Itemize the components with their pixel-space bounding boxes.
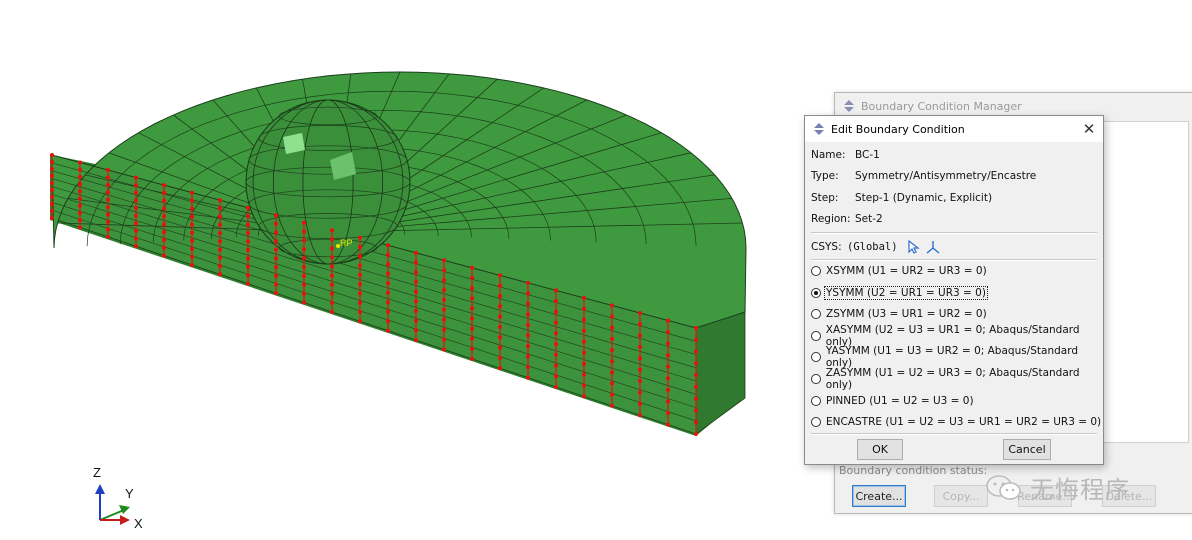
step-value: Step-1 (Dynamic, Explicit) bbox=[855, 192, 993, 204]
y-axis-label: Y bbox=[125, 486, 134, 501]
type-value: Symmetry/Antisymmetry/Encastre bbox=[855, 170, 1037, 182]
model-viewport[interactable]: RP Z Y X bbox=[0, 0, 800, 540]
type-label: Type: bbox=[811, 170, 839, 182]
radio-option-label: XSYMM (U1 = UR2 = UR3 = 0) bbox=[826, 265, 987, 277]
wechat-icon bbox=[986, 474, 1021, 500]
region-value: Set-2 bbox=[855, 213, 883, 225]
bc-manager-title: Boundary Condition Manager bbox=[861, 99, 1022, 113]
radio-option-label: ZASYMM (U1 = U2 = UR3 = 0; Abaqus/Standa… bbox=[825, 367, 1080, 391]
abaqus-icon bbox=[843, 100, 855, 112]
bc-manager-titlebar: Boundary Condition Manager bbox=[843, 97, 1022, 115]
watermark: 无悔程序 bbox=[984, 470, 1130, 505]
copy-button[interactable]: Copy... bbox=[934, 485, 988, 507]
bc-status-label: Boundary condition status: bbox=[839, 464, 988, 477]
radio-button[interactable] bbox=[811, 266, 821, 276]
name-value: BC-1 bbox=[855, 149, 880, 161]
mesh-model-canvas[interactable]: RP Z Y X bbox=[0, 0, 800, 540]
impactor-sphere bbox=[245, 99, 411, 265]
step-row: Step: Step-1 (Dynamic, Explicit) bbox=[811, 190, 992, 206]
name-row: Name: BC-1 bbox=[811, 147, 880, 163]
dialog-title: Edit Boundary Condition bbox=[831, 122, 965, 136]
create-button[interactable]: Create... bbox=[852, 485, 906, 507]
symmetry-option[interactable]: ENCASTRE (U1 = U2 = U3 = UR1 = UR2 = UR3… bbox=[811, 414, 1102, 430]
symmetry-option[interactable]: YASYMM (U1 = U3 = UR2 = 0; Abaqus/Standa… bbox=[811, 345, 1103, 369]
z-axis-label: Z bbox=[93, 465, 101, 480]
x-axis-label: X bbox=[134, 516, 143, 531]
radio-button[interactable] bbox=[811, 395, 821, 406]
symmetry-option[interactable]: XASYMM (U2 = U3 = UR1 = 0; Abaqus/Standa… bbox=[811, 324, 1103, 348]
type-row: Type: Symmetry/Antisymmetry/Encastre bbox=[811, 168, 1036, 184]
csys-label: CSYS: bbox=[811, 241, 842, 253]
create-csys-icon[interactable] bbox=[926, 240, 940, 254]
csys-row: CSYS: (Global) bbox=[811, 240, 940, 254]
reference-point-label: RP bbox=[340, 238, 353, 248]
radio-button[interactable] bbox=[811, 374, 821, 384]
dialog-titlebar[interactable]: Edit Boundary Condition ✕ bbox=[805, 116, 1103, 142]
radio-button[interactable] bbox=[811, 287, 821, 298]
radio-button[interactable] bbox=[811, 330, 821, 341]
radio-option-label: ZSYMM (U3 = UR1 = UR2 = 0) bbox=[826, 308, 987, 321]
abaqus-icon bbox=[813, 123, 825, 135]
step-label: Step: bbox=[811, 192, 839, 204]
separator bbox=[811, 232, 1097, 234]
symmetry-option[interactable]: PINNED (U1 = U2 = U3 = 0) bbox=[811, 393, 975, 409]
csys-value: (Global) bbox=[847, 241, 898, 253]
symmetry-option[interactable]: ZASYMM (U1 = U2 = UR3 = 0; Abaqus/Standa… bbox=[811, 367, 1103, 391]
symmetry-option[interactable]: ZSYMM (U3 = UR1 = UR2 = 0) bbox=[811, 306, 988, 322]
name-label: Name: bbox=[811, 149, 846, 161]
radio-button[interactable] bbox=[811, 309, 821, 320]
region-row: Region: Set-2 bbox=[811, 211, 883, 227]
radio-button[interactable] bbox=[811, 352, 821, 363]
radio-option-label: ENCASTRE (U1 = U2 = U3 = UR1 = UR2 = UR3… bbox=[826, 416, 1102, 429]
edit-bc-dialog: Edit Boundary Condition ✕ Name: BC-1 Typ… bbox=[804, 115, 1104, 465]
separator bbox=[811, 259, 1097, 261]
watermark-text: 无悔程序 bbox=[1030, 476, 1130, 504]
ok-button[interactable]: OK bbox=[857, 439, 903, 460]
radio-option-label: YSYMM (U2 = UR1 = UR3 = 0) bbox=[824, 285, 988, 300]
radio-option-label: PINNED (U1 = U2 = U3 = 0) bbox=[826, 394, 974, 407]
cancel-button[interactable]: Cancel bbox=[1003, 439, 1051, 460]
radio-option-label: XASYMM (U2 = U3 = UR1 = 0; Abaqus/Standa… bbox=[825, 323, 1080, 348]
separator bbox=[811, 433, 1097, 435]
close-button[interactable]: ✕ bbox=[1079, 119, 1099, 139]
radio-button[interactable] bbox=[811, 417, 821, 428]
axis-triad: Z Y X bbox=[93, 465, 143, 531]
close-icon: ✕ bbox=[1082, 120, 1096, 138]
symmetry-option[interactable]: XSYMM (U1 = UR2 = UR3 = 0) bbox=[811, 263, 988, 279]
symmetry-option[interactable]: YSYMM (U2 = UR1 = UR3 = 0) bbox=[811, 285, 988, 301]
select-csys-arrow-icon[interactable] bbox=[906, 240, 920, 254]
radio-option-label: YASYMM (U1 = U3 = UR2 = 0; Abaqus/Standa… bbox=[825, 345, 1079, 370]
region-label: Region: bbox=[811, 213, 851, 225]
